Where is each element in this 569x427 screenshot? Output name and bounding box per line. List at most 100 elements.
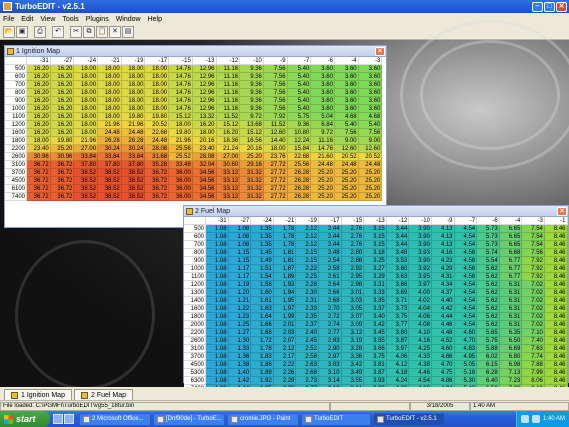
- map-cell[interactable]: 4.70: [431, 361, 455, 369]
- undo-icon[interactable]: ↶: [52, 26, 64, 38]
- map-cell[interactable]: 1.54: [251, 273, 274, 281]
- close-button[interactable]: ✕: [556, 1, 567, 12]
- map-cell[interactable]: 2.66: [318, 289, 342, 297]
- column-header[interactable]: -31: [206, 217, 229, 225]
- map-cell[interactable]: 2.26: [273, 369, 297, 377]
- map-cell[interactable]: 2.58: [318, 265, 342, 273]
- open-icon[interactable]: 📂: [3, 26, 15, 38]
- map-cell[interactable]: 7.02: [522, 313, 545, 321]
- map-cell[interactable]: 9.36: [240, 97, 264, 105]
- save-icon[interactable]: ▣: [16, 26, 28, 38]
- map-cell[interactable]: 16.56: [240, 137, 264, 145]
- map-cell[interactable]: 8.46: [544, 337, 568, 345]
- row-header[interactable]: 1600: [5, 129, 27, 137]
- map-cell[interactable]: 1.08: [206, 241, 229, 249]
- map-cell[interactable]: 29.16: [240, 161, 264, 169]
- map-cell[interactable]: 36.00: [169, 177, 193, 185]
- map-cell[interactable]: 25.52: [169, 153, 193, 161]
- map-cell[interactable]: 10.80: [287, 129, 312, 137]
- map-cell[interactable]: 1.35: [251, 225, 274, 233]
- menu-plugins[interactable]: Plugins: [86, 16, 109, 23]
- map-cell[interactable]: 1.68: [251, 329, 274, 337]
- taskbar-item-paint[interactable]: cromie.JPG - Paint: [227, 412, 299, 426]
- map-cell[interactable]: 5.62: [477, 313, 500, 321]
- map-cell[interactable]: 19.80: [50, 137, 75, 145]
- row-header[interactable]: 3100: [184, 345, 206, 353]
- map-cell[interactable]: 8.46: [544, 225, 568, 233]
- map-cell[interactable]: 8.46: [544, 353, 568, 361]
- map-cell[interactable]: 3.71: [386, 297, 410, 305]
- map-cell[interactable]: 4.60: [431, 345, 455, 353]
- map-cell[interactable]: 14.76: [169, 73, 193, 81]
- map-cell[interactable]: 27.72: [263, 177, 288, 185]
- map-cell[interactable]: 2.44: [318, 225, 342, 233]
- column-header[interactable]: -3: [358, 57, 383, 65]
- map-cell[interactable]: 18.00: [74, 97, 99, 105]
- map-cell[interactable]: 11.52: [216, 113, 241, 121]
- map-cell[interactable]: 16.20: [50, 89, 75, 97]
- window-icon[interactable]: ▤: [122, 26, 134, 38]
- map-cell[interactable]: 26.28: [98, 137, 122, 145]
- map-cell[interactable]: 3.97: [386, 345, 410, 353]
- row-header[interactable]: 2600: [184, 337, 206, 345]
- map-cell[interactable]: 16.20: [50, 97, 75, 105]
- map-cell[interactable]: 1.89: [251, 369, 274, 377]
- row-header[interactable]: 4500: [184, 361, 206, 369]
- map-cell[interactable]: 4.86: [431, 377, 455, 385]
- map-cell[interactable]: 18.00: [98, 65, 122, 73]
- map-cell[interactable]: 7.92: [522, 273, 545, 281]
- map-cell[interactable]: 4.46: [431, 321, 455, 329]
- map-cell[interactable]: 8.46: [544, 241, 568, 249]
- map-cell[interactable]: 36.72: [145, 185, 170, 193]
- row-header[interactable]: 700: [184, 241, 206, 249]
- map-cell[interactable]: 5.40: [287, 105, 312, 113]
- map-cell[interactable]: 3.07: [341, 313, 365, 321]
- map-cell[interactable]: 2.29: [273, 377, 297, 385]
- map-cell[interactable]: 16.20: [27, 81, 51, 89]
- map-cell[interactable]: 1.66: [251, 321, 274, 329]
- map-cell[interactable]: 3.75: [364, 353, 387, 361]
- map-cell[interactable]: 6.65: [499, 233, 523, 241]
- map-cell[interactable]: 20.52: [145, 121, 170, 129]
- map-cell[interactable]: 1.97: [273, 305, 297, 313]
- map-cell[interactable]: 5.40: [358, 121, 383, 129]
- map-cell[interactable]: 30.96: [27, 153, 51, 161]
- column-header[interactable]: -15: [341, 217, 365, 225]
- row-header[interactable]: 1000: [184, 265, 206, 273]
- row-header[interactable]: 3100: [5, 161, 27, 169]
- row-header[interactable]: 1800: [5, 137, 27, 145]
- map-cell[interactable]: 3.15: [364, 233, 387, 241]
- map-cell[interactable]: 6.31: [499, 297, 523, 305]
- map-cell[interactable]: 1.08: [206, 313, 229, 321]
- map-cell[interactable]: 37.80: [74, 161, 99, 169]
- map-cell[interactable]: 2.72: [318, 313, 342, 321]
- map-cell[interactable]: 33.48: [169, 161, 193, 169]
- map-cell[interactable]: 4.16: [409, 337, 432, 345]
- map-cell[interactable]: 12.96: [192, 97, 217, 105]
- map-cell[interactable]: 3.49: [341, 369, 365, 377]
- row-header[interactable]: 900: [5, 97, 27, 105]
- map-cell[interactable]: 2.76: [341, 241, 365, 249]
- map-cell[interactable]: 31.32: [240, 177, 264, 185]
- maximize-button[interactable]: □: [544, 1, 555, 12]
- map-cell[interactable]: 4.54: [454, 305, 478, 313]
- map-cell[interactable]: 4.38: [409, 361, 432, 369]
- row-header[interactable]: 600: [5, 73, 27, 81]
- map-cell[interactable]: 4.00: [409, 289, 432, 297]
- map-cell[interactable]: 6.69: [499, 345, 523, 353]
- map-cell[interactable]: 1.21: [228, 297, 252, 305]
- map-cell[interactable]: 1.08: [206, 233, 229, 241]
- map-cell[interactable]: 5.62: [477, 321, 500, 329]
- app-titlebar[interactable]: TurboEDIT - v2.5.1 – □ ✕: [0, 0, 569, 13]
- map-cell[interactable]: 12.60: [263, 129, 288, 137]
- map-cell[interactable]: 3.60: [334, 97, 359, 105]
- map-cell[interactable]: 38.52: [121, 169, 146, 177]
- map-cell[interactable]: 12.24: [287, 137, 312, 145]
- map-cell[interactable]: 18.00: [74, 65, 99, 73]
- map-cell[interactable]: 6.31: [499, 321, 523, 329]
- map-cell[interactable]: 2.44: [318, 233, 342, 241]
- map-cell[interactable]: 3.87: [364, 369, 387, 377]
- map-cell[interactable]: 5.88: [477, 345, 500, 353]
- map-cell[interactable]: 21.96: [121, 121, 146, 129]
- map-cell[interactable]: 1.81: [273, 249, 297, 257]
